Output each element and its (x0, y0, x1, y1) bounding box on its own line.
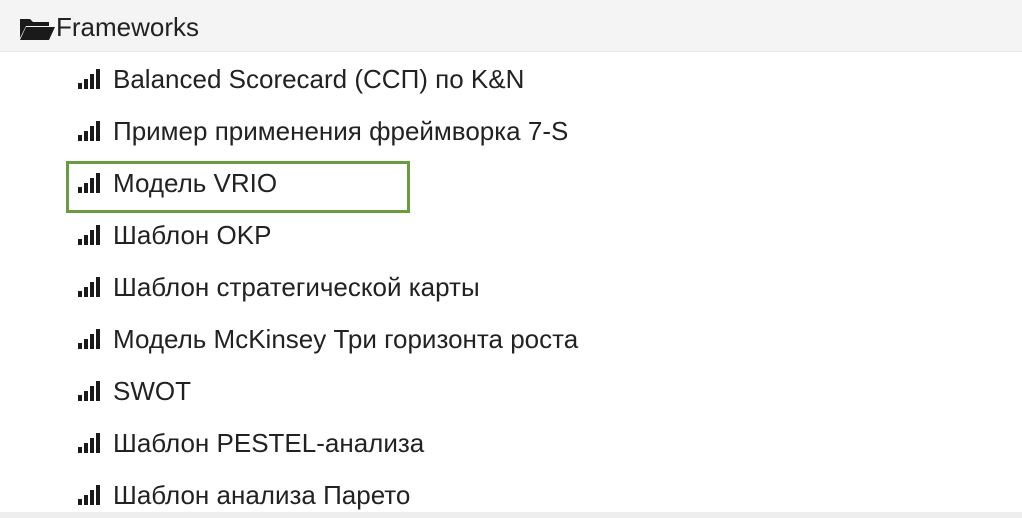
list-item-label: Шаблон PESTEL-анализа (113, 428, 425, 458)
list-item-label: Шаблон стратегической карты (113, 272, 480, 302)
signal-bars-icon (78, 173, 100, 193)
list-item-pareto[interactable]: Шаблон анализа Парето (0, 468, 1022, 518)
signal-bars-icon (78, 69, 100, 89)
list-item-label: Модель VRIO (113, 168, 278, 198)
list-item-label: Модель McKinsey Три горизонта роста (113, 324, 579, 354)
signal-bars-icon (78, 433, 100, 453)
list-item-label: SWOT (113, 376, 191, 406)
signal-bars-icon (78, 485, 100, 505)
signal-bars-icon (78, 381, 100, 401)
list-item-label: Шаблон анализа Парето (113, 480, 411, 510)
open-folder-icon (20, 19, 55, 40)
list-item-strategy-map[interactable]: Шаблон стратегической карты (0, 260, 1022, 312)
folder-row-frameworks[interactable]: Frameworks (0, 0, 1022, 52)
signal-bars-icon (78, 225, 100, 245)
list-item-label: Шаблон OKP (113, 220, 272, 250)
signal-bars-icon (78, 277, 100, 297)
scroll-edge (0, 512, 1022, 518)
list-item-label: Пример применения фреймворка 7-S (113, 116, 569, 146)
list-item-vrio-model[interactable]: Модель VRIO (0, 156, 1022, 213)
signal-bars-icon (78, 329, 100, 349)
list-item-label: Balanced Scorecard (ССП) по K&N (113, 64, 525, 94)
list-item-swot[interactable]: SWOT (0, 364, 1022, 416)
list-item-balanced-scorecard[interactable]: Balanced Scorecard (ССП) по K&N (0, 52, 1022, 104)
folder-label: Frameworks (56, 12, 200, 42)
signal-bars-icon (78, 121, 100, 141)
list-item-pestel[interactable]: Шаблон PESTEL-анализа (0, 416, 1022, 468)
list-item-mckinsey-horizons[interactable]: Модель McKinsey Три горизонта роста (0, 312, 1022, 364)
list-item-okr-template[interactable]: Шаблон OKP (0, 208, 1022, 260)
list-item-7s-framework[interactable]: Пример применения фреймворка 7-S (0, 104, 1022, 156)
frameworks-tree: Frameworks Balanced Scorecard (ССП) по K… (0, 0, 1022, 518)
